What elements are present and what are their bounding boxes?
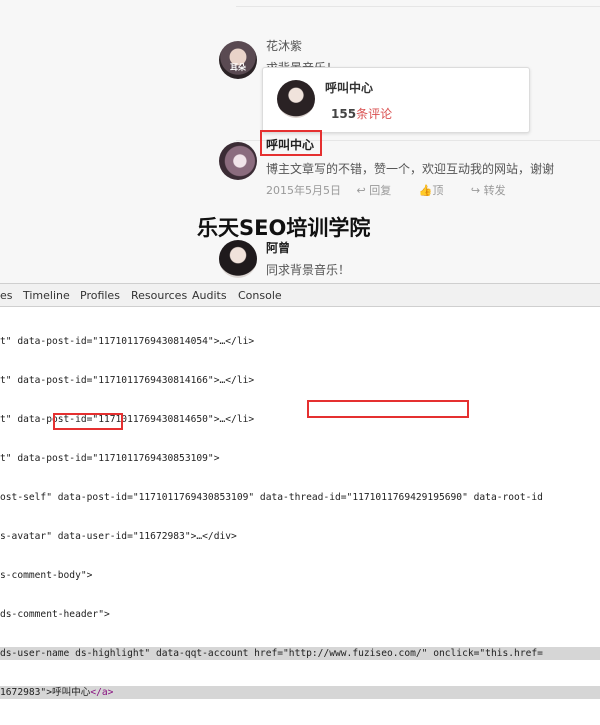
tab-audits[interactable]: Audits [192, 289, 227, 302]
link-text: 呼叫中心 [51, 687, 91, 698]
dom-tree[interactable]: t" data-post-id="1171011769430814054">…<… [0, 309, 600, 725]
tab-profiles[interactable]: Profiles [80, 289, 120, 302]
avatar[interactable]: 耳朵 [219, 41, 257, 79]
comment-author[interactable]: 花沐紫 [266, 37, 302, 54]
avatar[interactable] [219, 240, 257, 278]
avatar[interactable] [277, 80, 315, 118]
avatar[interactable] [219, 142, 257, 180]
tab-elements[interactable]: es [0, 289, 13, 302]
share-button[interactable]: ↪ 转发 [471, 184, 518, 197]
dom-line[interactable]: ost-self" data-post-id="1171011769430853… [0, 491, 600, 504]
dom-line[interactable]: s-comment-body"> [0, 569, 600, 582]
comment-text: 同求背景音乐！ [266, 263, 351, 277]
dom-line[interactable]: t" data-post-id="1171011769430814166">…<… [0, 374, 600, 387]
dom-line-selected[interactable]: ds-user-name ds-highlight" data-qqt-acco… [0, 647, 600, 660]
watermark: 乐天SEO培训学院 [197, 216, 371, 240]
comment-actions: 2015年5月5日 ↩ 回复 👍顶 ↪ 转发 [266, 182, 530, 198]
card-comment-count: 155条评论 [331, 107, 393, 121]
devtools-tabbar: es Timeline Profiles Resources Audits Co… [0, 283, 600, 307]
tab-resources[interactable]: Resources [131, 289, 187, 302]
dom-line[interactable]: ds-comment-header"> [0, 608, 600, 621]
tab-console[interactable]: Console [238, 289, 282, 302]
user-hover-card: 呼叫中心 155条评论 [262, 67, 530, 133]
avatar-label: 耳朵 [230, 63, 246, 72]
dom-line[interactable]: t" data-post-id="1171011769430853109"> [0, 452, 600, 465]
reply-button[interactable]: ↩ 回复 [357, 184, 404, 197]
tab-timeline[interactable]: Timeline [23, 289, 70, 302]
highlight-box-url [307, 400, 469, 418]
comment-date: 2015年5月5日 [266, 184, 341, 197]
comment-author[interactable]: 阿曾 [266, 239, 290, 256]
dom-line[interactable]: t" data-post-id="1171011769430814054">…<… [0, 335, 600, 348]
highlight-box-link-text [53, 413, 123, 430]
dom-line[interactable]: s-avatar" data-user-id="11672983">…</div… [0, 530, 600, 543]
divider [236, 6, 600, 7]
card-user-name[interactable]: 呼叫中心 [325, 79, 373, 96]
devtools-panel: es Timeline Profiles Resources Audits Co… [0, 283, 600, 699]
comments-page: 耳朵 花沐紫 求背景音乐！ 呼叫中心 155条评论 呼叫中心 博主文章写的不错，… [0, 0, 600, 283]
dom-line-selected[interactable]: 1672983">呼叫中心</a> [0, 686, 600, 699]
comment-text: 博主文章写的不错，赞一个，欢迎互动我的网站，谢谢 [266, 162, 555, 176]
comment-author[interactable]: 呼叫中心 [266, 136, 314, 153]
close-tag: </a> [90, 687, 114, 698]
like-button[interactable]: 👍顶 [419, 184, 456, 197]
